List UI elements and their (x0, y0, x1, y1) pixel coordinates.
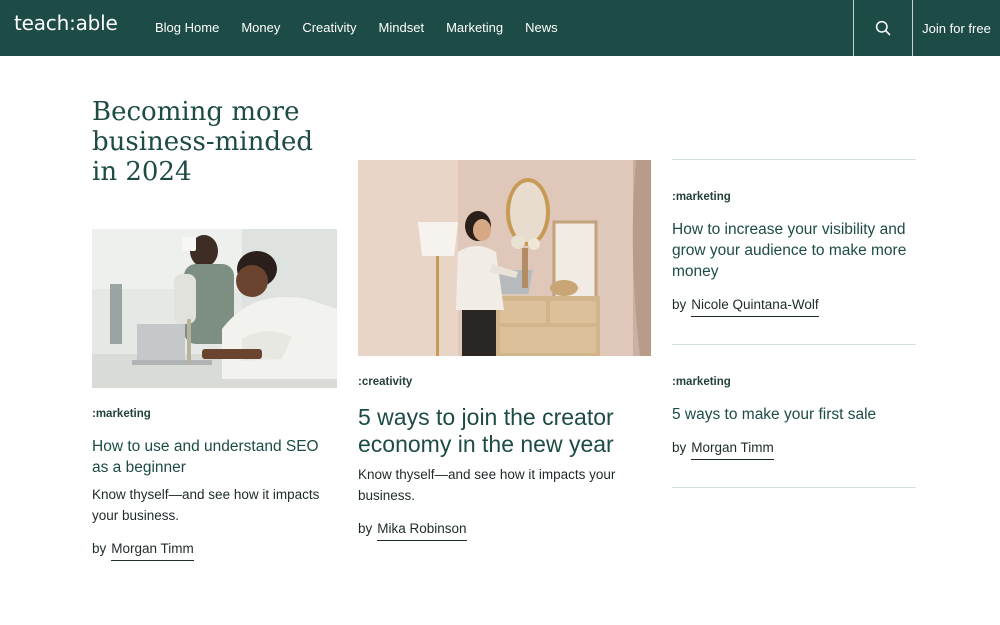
nav-money[interactable]: Money (241, 20, 280, 36)
article-byline: by Morgan Timm (672, 439, 774, 460)
divider (672, 344, 916, 345)
nav-blog-home[interactable]: Blog Home (155, 20, 219, 36)
author-link[interactable]: Morgan Timm (691, 439, 774, 460)
search-icon (875, 20, 891, 36)
main-nav: Blog Home Money Creativity Mindset Marke… (155, 0, 580, 56)
join-for-free-link[interactable]: Join for free (913, 0, 1000, 56)
search-button[interactable] (853, 0, 913, 56)
article-byline: by Nicole Quintana-Wolf (672, 296, 819, 317)
article-tag[interactable]: :creativity (358, 376, 412, 388)
byline-prefix: by (672, 440, 687, 455)
nav-creativity[interactable]: Creativity (302, 20, 356, 36)
byline-prefix: by (358, 521, 373, 536)
top-navigation-bar: teach:able Blog Home Money Creativity Mi… (0, 0, 1000, 56)
article-title[interactable]: 5 ways to join the creator economy in th… (358, 404, 651, 458)
article-tag[interactable]: :marketing (672, 191, 731, 203)
author-link[interactable]: Morgan Timm (111, 540, 194, 561)
article-description: Know thyself—and see how it impacts your… (92, 487, 320, 523)
byline-prefix: by (672, 297, 687, 312)
article-image-seo[interactable] (92, 229, 337, 388)
article-title[interactable]: 5 ways to make your first sale (672, 404, 916, 425)
author-link[interactable]: Nicole Quintana-Wolf (691, 296, 819, 317)
article-tag[interactable]: :marketing (672, 376, 731, 388)
article-byline: by Mika Robinson (358, 520, 467, 541)
article-image-creator-economy[interactable] (358, 160, 651, 356)
nav-marketing[interactable]: Marketing (446, 20, 503, 36)
article-description: Know thyself—and see how it impacts your… (358, 467, 616, 503)
nav-news[interactable]: News (525, 20, 558, 36)
divider (672, 487, 916, 488)
teachable-logo[interactable]: teach:able (14, 10, 118, 36)
divider (672, 159, 916, 160)
author-link[interactable]: Mika Robinson (377, 520, 467, 541)
section-title: Becoming more business-minded in 2024 (92, 97, 314, 187)
article-title[interactable]: How to use and understand SEO as a begin… (92, 436, 337, 478)
byline-prefix: by (92, 541, 107, 556)
nav-mindset[interactable]: Mindset (379, 20, 425, 36)
article-title[interactable]: How to increase your visibility and grow… (672, 219, 916, 282)
article-byline: by Morgan Timm (92, 540, 194, 561)
article-tag[interactable]: :marketing (92, 408, 151, 420)
